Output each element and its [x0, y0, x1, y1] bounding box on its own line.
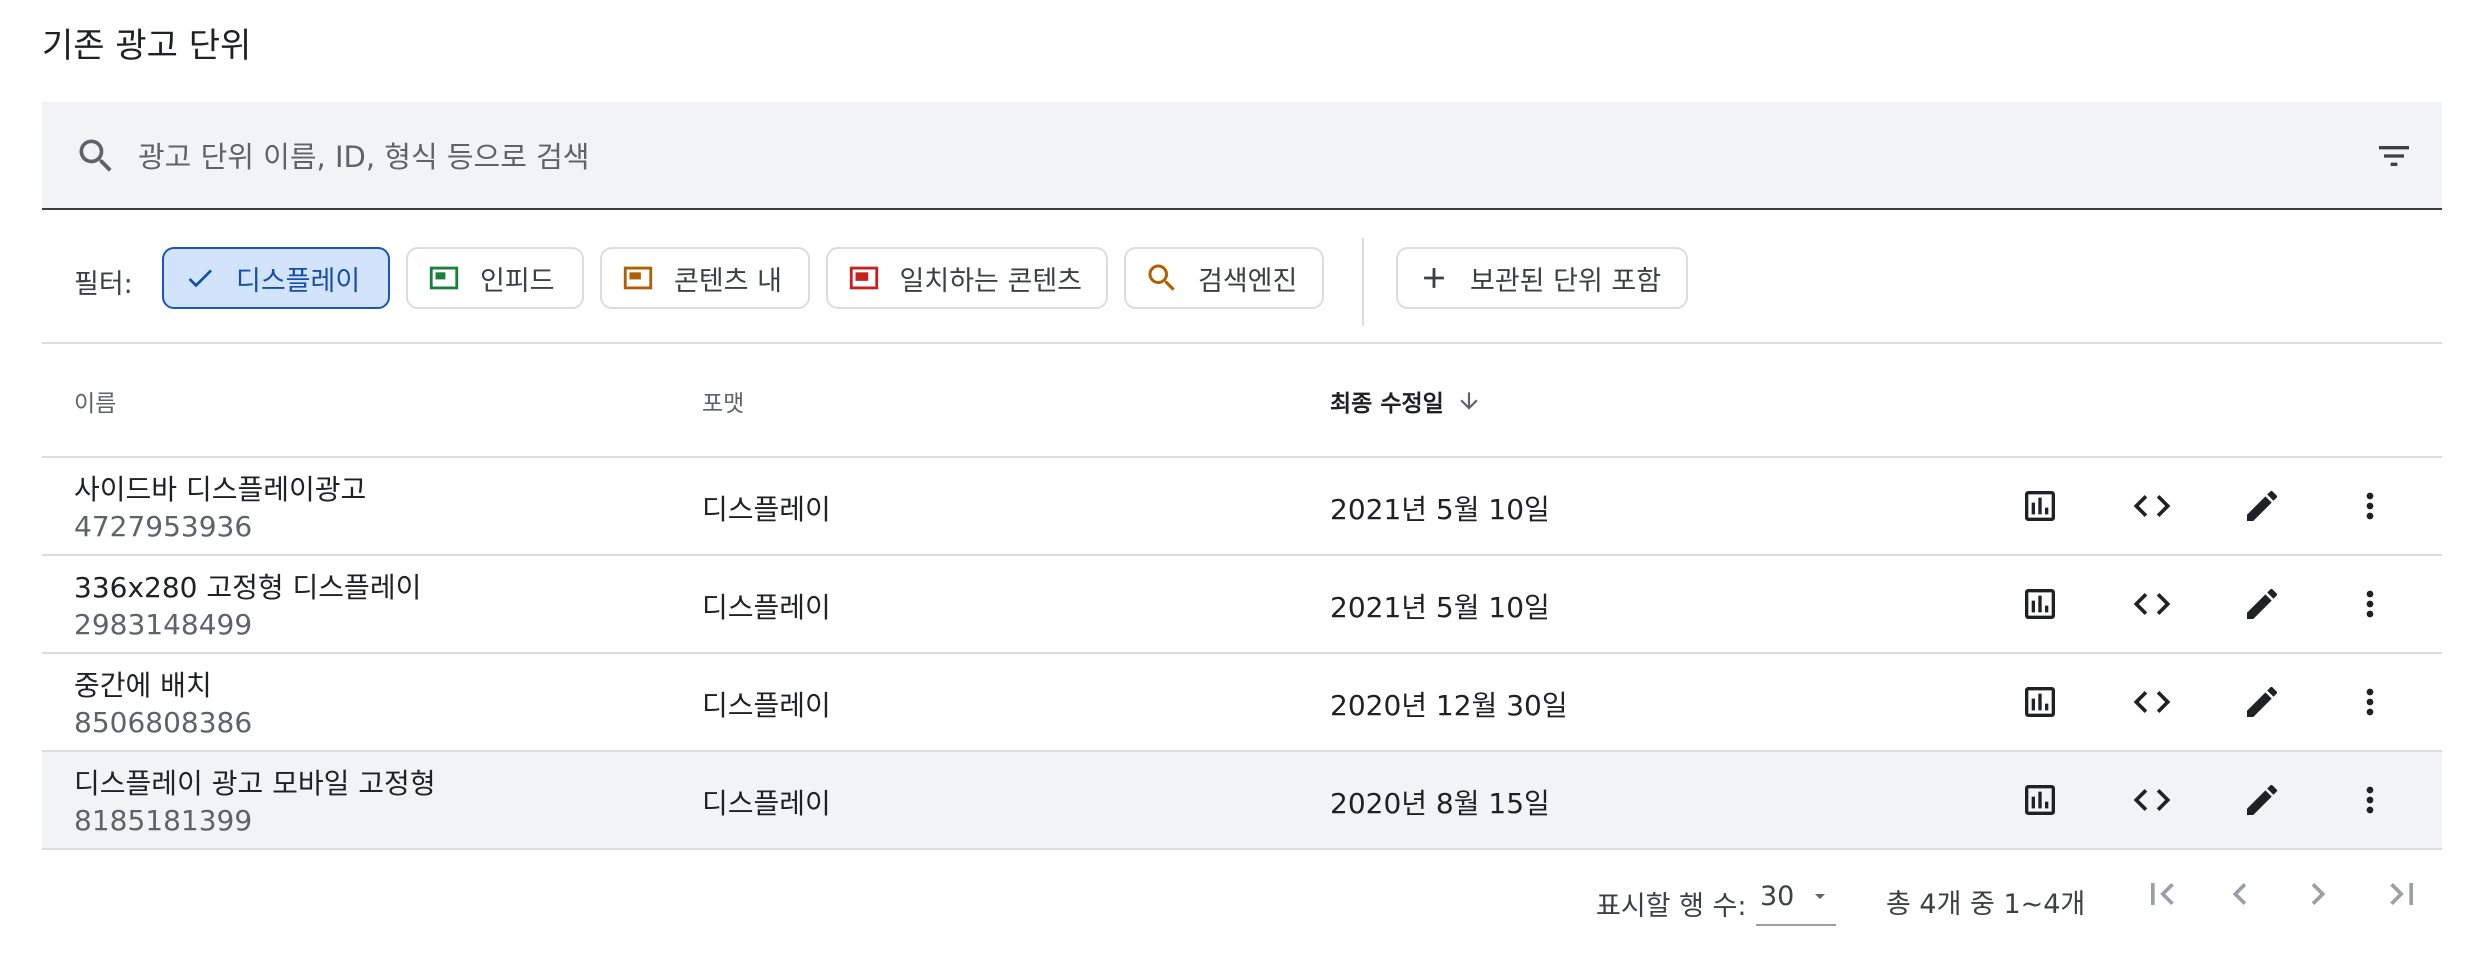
ad-unit-modified: 2021년 5월 10일 — [1330, 591, 1550, 624]
ad-unit-modified: 2020년 8월 15일 — [1330, 787, 1550, 820]
filter-divider — [1362, 238, 1364, 326]
ad-unit-id: 2983148499 — [74, 608, 253, 641]
ad-unit-format: 디스플레이 — [702, 689, 831, 722]
more-vert-icon[interactable] — [2348, 778, 2392, 822]
code-icon[interactable] — [2130, 680, 2174, 724]
more-vert-icon[interactable] — [2348, 680, 2392, 724]
table-row[interactable]: 사이드바 디스플레이광고 4727953936 디스플레이 2021년 5월 1… — [42, 458, 2442, 554]
rows-per-page-value: 30 — [1760, 880, 1795, 912]
chip-display[interactable]: 디스플레이 — [162, 247, 390, 309]
report-icon[interactable] — [2018, 680, 2062, 724]
search-input[interactable] — [136, 126, 2290, 188]
filter-label: 필터: — [74, 269, 133, 300]
rows-per-page-label: 표시할 행 수: — [1596, 891, 1747, 922]
ad-unit-name[interactable]: 사이드바 디스플레이광고 — [74, 468, 366, 508]
table-row[interactable]: 336x280 고정형 디스플레이 2983148499 디스플레이 2021년… — [42, 556, 2442, 652]
edit-icon[interactable] — [2240, 484, 2284, 528]
table-row[interactable]: 디스플레이 광고 모바일 고정형 8185181399 디스플레이 2020년 … — [42, 752, 2442, 848]
ad-unit-modified: 2021년 5월 10일 — [1330, 493, 1550, 526]
column-header-format[interactable]: 포맷 — [702, 384, 744, 418]
report-icon[interactable] — [2018, 582, 2062, 626]
filter-row: 필터: 디스플레이 인피드 콘텐츠 내 일치하는 콘텐츠 검색엔진 보관된 단위… — [42, 238, 2442, 326]
next-page-icon[interactable] — [2296, 872, 2340, 916]
check-icon — [182, 260, 218, 296]
divider — [42, 848, 2442, 850]
ad-unit-id: 8185181399 — [74, 804, 253, 837]
pagination-range: 총 4개 중 1~4개 — [1886, 889, 2086, 920]
last-page-icon[interactable] — [2380, 872, 2424, 916]
dropdown-arrow-icon — [1815, 894, 1826, 899]
chip-label: 콘텐츠 내 — [674, 265, 782, 297]
rows-per-page-select[interactable]: 30 — [1756, 868, 1836, 926]
page-title: 기존 광고 단위 — [42, 26, 252, 66]
filter-list-icon[interactable] — [2374, 136, 2414, 176]
chip-infeed[interactable]: 인피드 — [406, 247, 584, 309]
report-icon[interactable] — [2018, 484, 2062, 528]
ad-unit-format: 디스플레이 — [702, 591, 831, 624]
report-icon[interactable] — [2018, 778, 2062, 822]
first-page-icon[interactable] — [2140, 872, 2184, 916]
ad-unit-name[interactable]: 중간에 배치 — [74, 664, 212, 704]
chip-label: 일치하는 콘텐츠 — [899, 265, 1082, 297]
chip-in-article[interactable]: 콘텐츠 내 — [600, 247, 810, 309]
ad-unit-id: 8506808386 — [74, 706, 253, 739]
ad-unit-name[interactable]: 336x280 고정형 디스플레이 — [74, 566, 421, 606]
code-icon[interactable] — [2130, 778, 2174, 822]
arrow-down-icon — [1460, 392, 1478, 410]
column-header-name[interactable]: 이름 — [74, 384, 116, 418]
ad-unit-name[interactable]: 디스플레이 광고 모바일 고정형 — [74, 762, 436, 802]
chip-label: 디스플레이 — [236, 265, 361, 297]
edit-icon[interactable] — [2240, 778, 2284, 822]
matched-content-icon — [846, 260, 882, 296]
divider — [42, 342, 2442, 344]
ad-unit-id: 4727953936 — [74, 510, 253, 543]
more-vert-icon[interactable] — [2348, 582, 2392, 626]
in-article-ad-icon — [620, 260, 656, 296]
search-icon — [79, 139, 112, 172]
chip-label: 보관된 단위 포함 — [1470, 265, 1662, 297]
more-vert-icon[interactable] — [2348, 484, 2392, 528]
column-header-label: 최종 수정일 — [1330, 391, 1444, 417]
previous-page-icon[interactable] — [2218, 872, 2262, 916]
infeed-ad-icon — [426, 260, 462, 296]
ad-unit-modified: 2020년 12월 30일 — [1330, 689, 1568, 722]
code-icon[interactable] — [2130, 484, 2174, 528]
column-header-modified[interactable]: 최종 수정일 — [1330, 384, 1482, 418]
chip-label: 검색엔진 — [1198, 265, 1298, 297]
add-icon — [1416, 260, 1452, 296]
search-icon — [1144, 260, 1180, 296]
chip-matched-content[interactable]: 일치하는 콘텐츠 — [826, 247, 1108, 309]
chip-search-engine[interactable]: 검색엔진 — [1124, 247, 1324, 309]
ad-unit-format: 디스플레이 — [702, 787, 831, 820]
search-bar — [42, 102, 2442, 210]
edit-icon[interactable] — [2240, 680, 2284, 724]
ad-unit-format: 디스플레이 — [702, 493, 831, 526]
table-row[interactable]: 중간에 배치 8506808386 디스플레이 2020년 12월 30일 — [42, 654, 2442, 750]
edit-icon[interactable] — [2240, 582, 2284, 626]
chip-label: 인피드 — [480, 265, 555, 297]
include-archived-chip[interactable]: 보관된 단위 포함 — [1396, 247, 1688, 309]
code-icon[interactable] — [2130, 582, 2174, 626]
